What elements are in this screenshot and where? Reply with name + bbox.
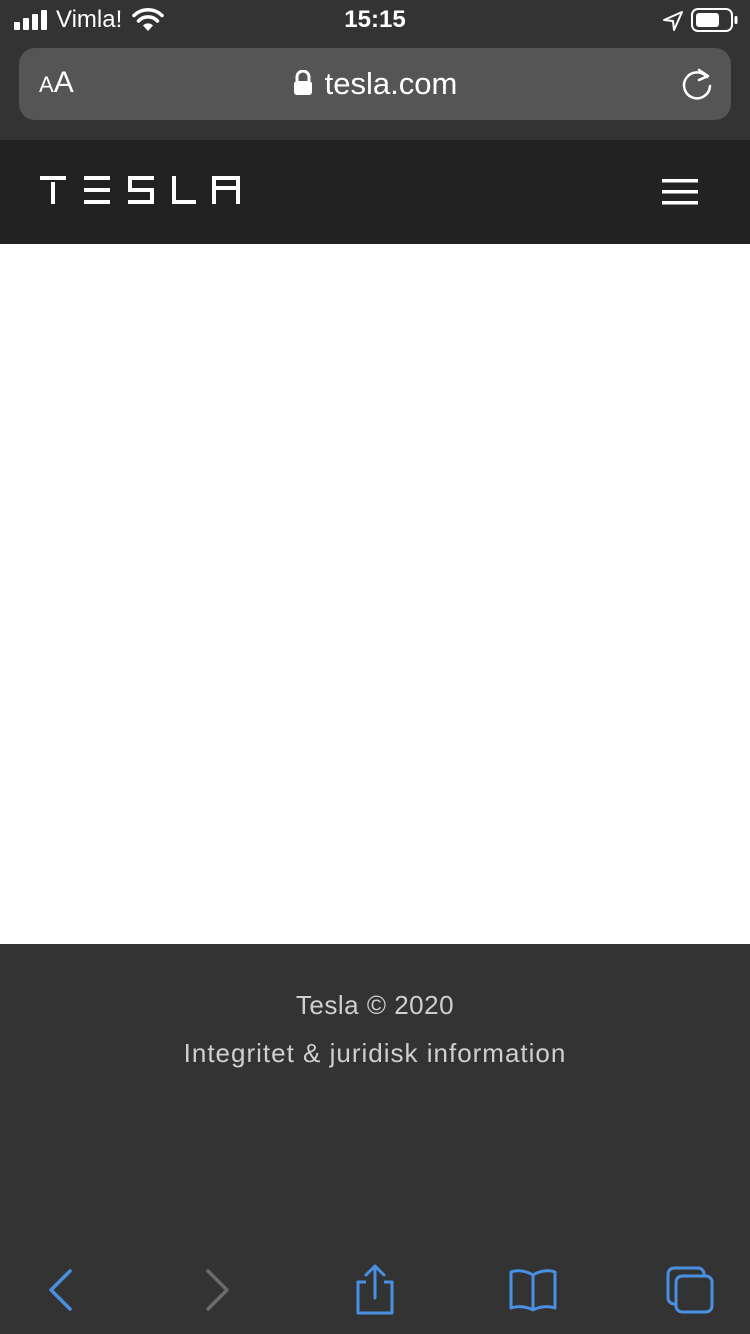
status-time: 15:15 xyxy=(344,6,406,33)
privacy-legal-link[interactable]: Integritet & juridisk information xyxy=(0,1038,750,1069)
location-arrow-icon xyxy=(663,11,683,31)
browser-toolbar xyxy=(0,1246,750,1334)
hamburger-menu-icon[interactable] xyxy=(660,177,700,207)
lock-icon xyxy=(293,70,312,95)
tabs-button[interactable] xyxy=(662,1264,718,1316)
tesla-logo[interactable] xyxy=(40,176,240,204)
bookmarks-button[interactable] xyxy=(505,1264,561,1316)
site-header xyxy=(0,140,750,244)
chevron-left-icon xyxy=(49,1269,72,1311)
tabs-icon xyxy=(666,1266,714,1314)
book-icon xyxy=(509,1269,557,1312)
forward-button[interactable] xyxy=(188,1264,244,1316)
share-icon xyxy=(356,1264,394,1315)
status-bar: Vimla! 15:15 xyxy=(0,0,750,40)
share-button[interactable] xyxy=(347,1264,403,1316)
back-button[interactable] xyxy=(32,1264,88,1316)
url-text: tesla.com xyxy=(324,66,458,101)
battery-icon xyxy=(691,8,738,32)
site-footer: Tesla © 2020 Integritet & juridisk infor… xyxy=(0,944,750,1246)
chevron-right-icon xyxy=(206,1269,229,1311)
main-content xyxy=(0,244,750,944)
copyright-text: Tesla © 2020 xyxy=(295,990,455,1020)
reload-icon[interactable] xyxy=(679,66,715,102)
url-display[interactable]: tesla.com xyxy=(19,64,731,104)
address-bar[interactable]: AA tesla.com xyxy=(19,48,731,120)
browser-address-area: AA tesla.com xyxy=(0,40,750,140)
